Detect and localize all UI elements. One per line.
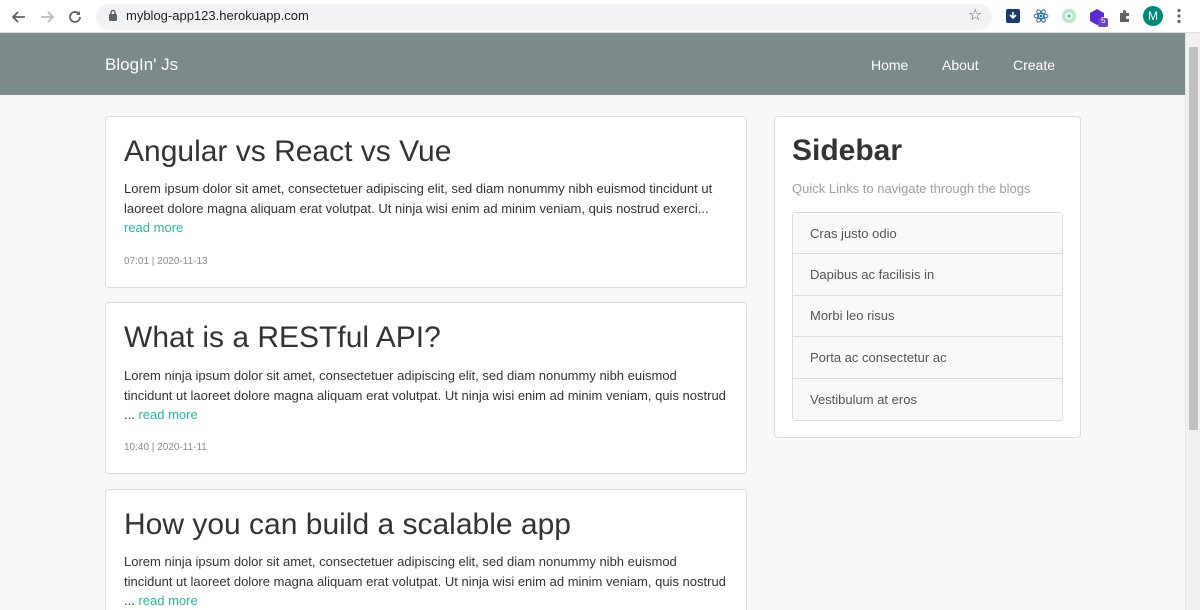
sidebar-title: Sidebar (792, 134, 903, 167)
post-excerpt: Lorem ipsum dolor sit amet, consectetuer… (124, 179, 728, 238)
browser-toolbar: myblog-app123.herokuapp.com ☆ 5 M (0, 0, 1200, 33)
nav-about[interactable]: About (942, 57, 979, 73)
site-navbar: BlogIn' Js Home About Create (0, 33, 1185, 95)
quick-link-item[interactable]: Morbi leo risus (793, 295, 1062, 338)
download-extension-icon[interactable] (1005, 8, 1021, 24)
back-icon[interactable] (8, 6, 30, 28)
color-extension-icon[interactable] (1061, 8, 1077, 24)
post-timestamp: 10:40 | 2020-11-11 (124, 442, 207, 453)
forward-icon[interactable] (36, 6, 58, 28)
quick-link-item[interactable]: Cras justo odio (793, 213, 1062, 255)
extension-badge-icon[interactable]: 5 (1089, 8, 1108, 27)
nav-home[interactable]: Home (871, 57, 908, 73)
read-more-link[interactable]: read more (138, 593, 197, 608)
sidebar-subtitle: Quick Links to navigate through the blog… (792, 181, 1031, 196)
profile-avatar[interactable]: M (1143, 6, 1163, 26)
post-title[interactable]: How you can build a scalable app (124, 507, 571, 543)
post-excerpt-text: Lorem ninja ipsum dolor sit amet, consec… (124, 554, 726, 608)
post-excerpt-text: Lorem ninja ipsum dolor sit amet, consec… (124, 368, 726, 422)
quick-link-item[interactable]: Vestibulum at eros (793, 378, 1062, 420)
brand-logo[interactable]: BlogIn' Js (105, 55, 178, 75)
post-excerpt: Lorem ninja ipsum dolor sit amet, consec… (124, 552, 728, 610)
extension-badge-count: 5 (1101, 16, 1106, 25)
post-timestamp: 07:01 | 2020-11-13 (124, 256, 208, 267)
post-excerpt-text: Lorem ipsum dolor sit amet, consectetuer… (124, 181, 713, 216)
post-card: What is a RESTful API? Lorem ninja ipsum… (105, 302, 747, 474)
scrollbar-thumb[interactable] (1189, 47, 1198, 430)
extensions-puzzle-icon[interactable] (1117, 8, 1133, 24)
browser-menu-icon[interactable] (1176, 8, 1182, 24)
post-card: Angular vs React vs Vue Lorem ipsum dolo… (105, 116, 747, 288)
lock-icon[interactable] (108, 9, 118, 27)
page-scrollbar[interactable] (1185, 33, 1200, 610)
nav-create[interactable]: Create (1013, 57, 1055, 73)
bookmark-star-icon[interactable]: ☆ (968, 7, 982, 25)
url-text[interactable]: myblog-app123.herokuapp.com (126, 8, 309, 23)
react-devtools-icon[interactable] (1033, 8, 1049, 24)
post-excerpt: Lorem ninja ipsum dolor sit amet, consec… (124, 366, 728, 425)
quick-links-list: Cras justo odio Dapibus ac facilisis in … (792, 212, 1063, 421)
read-more-link[interactable]: read more (124, 220, 183, 235)
avatar-letter: M (1148, 9, 1158, 23)
read-more-link[interactable]: read more (138, 407, 197, 422)
quick-link-item[interactable]: Porta ac consectetur ac (793, 337, 1062, 379)
reload-icon[interactable] (64, 6, 86, 28)
post-title[interactable]: Angular vs React vs Vue (124, 134, 451, 170)
sidebar-card: Sidebar Quick Links to navigate through … (774, 116, 1081, 438)
post-title[interactable]: What is a RESTful API? (124, 320, 441, 356)
post-card: How you can build a scalable app Lorem n… (105, 489, 747, 610)
quick-link-item[interactable]: Dapibus ac facilisis in (793, 254, 1062, 296)
